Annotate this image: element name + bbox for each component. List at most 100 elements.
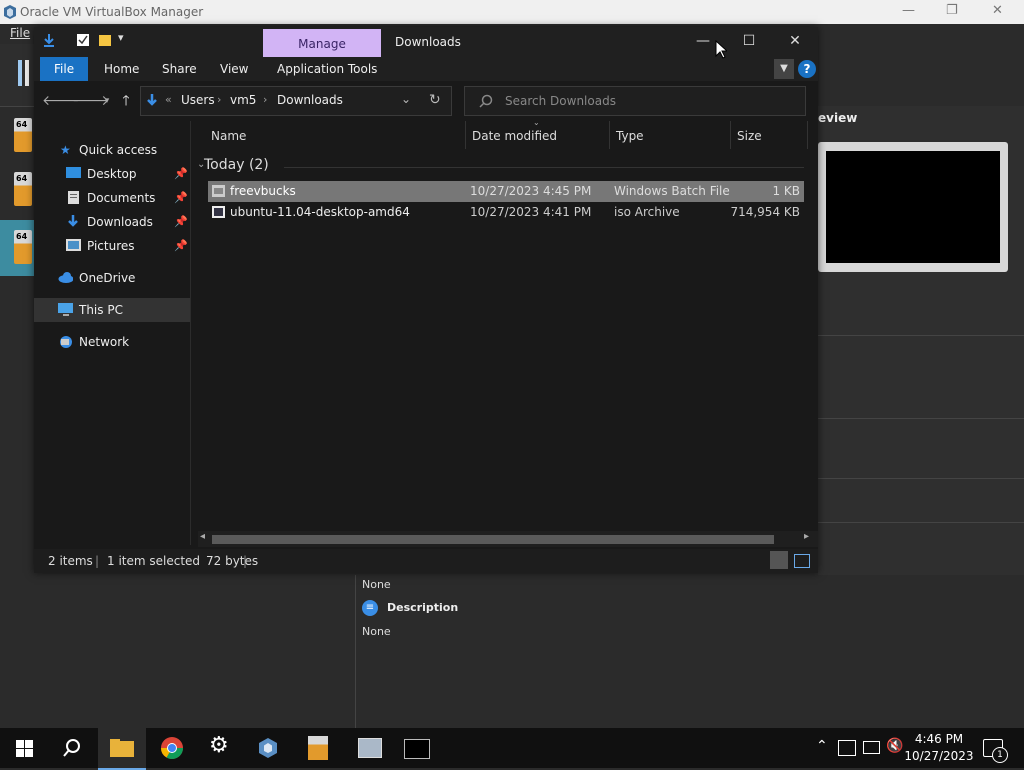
taskbar-settings[interactable]: ⚙ bbox=[196, 728, 244, 768]
nav-item-pictures[interactable]: Pictures 📌 bbox=[34, 234, 190, 258]
file-row[interactable]: ubuntu-11.04-desktop-amd64 10/27/2023 4:… bbox=[208, 202, 804, 223]
tab-share[interactable]: Share bbox=[152, 57, 207, 81]
tray-app-icon[interactable] bbox=[838, 740, 856, 756]
windows-logo-icon bbox=[16, 740, 33, 757]
file-row-selected[interactable]: freevbucks 10/27/2023 4:45 PM Windows Ba… bbox=[208, 181, 804, 202]
forward-arrow-icon[interactable]: 🡒 bbox=[72, 91, 110, 111]
tab-file[interactable]: File bbox=[40, 57, 89, 81]
tab-application-tools[interactable]: Application Tools bbox=[267, 57, 387, 81]
breadcrumb-separator-icon[interactable]: › bbox=[217, 93, 221, 106]
download-arrow-icon[interactable] bbox=[42, 33, 56, 47]
breadcrumb-vm5[interactable]: vm5 bbox=[230, 93, 256, 107]
close-button[interactable]: ✕ bbox=[772, 27, 818, 57]
volume-muted-icon[interactable]: 🔇 bbox=[886, 738, 903, 754]
file-size: 1 KB bbox=[772, 184, 800, 198]
address-overflow[interactable]: « bbox=[165, 93, 172, 106]
file-date: 10/27/2023 4:41 PM bbox=[470, 205, 592, 219]
vm-list-item-selected[interactable]: 64 bbox=[0, 220, 34, 276]
vbox-close-button[interactable]: ✕ bbox=[992, 3, 1003, 18]
vbox-menu-file[interactable]: File bbox=[0, 24, 34, 44]
breadcrumb-users[interactable]: Users bbox=[181, 93, 215, 107]
search-input[interactable]: Search Downloads bbox=[505, 94, 616, 108]
vm-list-item[interactable]: 64 bbox=[0, 108, 34, 164]
network-tray-icon[interactable] bbox=[863, 741, 880, 754]
nav-item-documents[interactable]: Documents 📌 bbox=[34, 186, 190, 210]
description-value: None bbox=[362, 625, 391, 638]
column-header-type[interactable]: Type bbox=[616, 129, 644, 143]
file-name: ubuntu-11.04-desktop-amd64 bbox=[230, 205, 410, 219]
tab-home[interactable]: Home bbox=[94, 57, 149, 81]
address-history-chevron-icon[interactable]: ⌄ bbox=[401, 92, 411, 106]
column-divider[interactable] bbox=[807, 121, 808, 149]
divider bbox=[818, 335, 1024, 336]
scroll-right-arrow-icon[interactable]: ▸ bbox=[804, 531, 809, 542]
file-name: freevbucks bbox=[230, 184, 296, 198]
refresh-icon[interactable]: ↻ bbox=[429, 92, 441, 108]
breadcrumb-downloads[interactable]: Downloads bbox=[277, 93, 343, 107]
nav-label: Documents bbox=[87, 191, 156, 205]
start-button[interactable] bbox=[0, 728, 48, 768]
taskbar-virtualbox[interactable] bbox=[244, 728, 292, 768]
divider bbox=[818, 478, 1024, 479]
ribbon-tabs: File Home Share View Application Tools ▼… bbox=[34, 57, 818, 81]
customize-qat-icon[interactable]: ▾ bbox=[118, 31, 124, 44]
vbox-minimize-button[interactable]: — bbox=[902, 3, 915, 18]
show-hidden-icons-chevron-icon[interactable]: ⌃ bbox=[816, 738, 828, 754]
pin-icon[interactable]: 📌 bbox=[174, 210, 188, 234]
large-icons-view-icon[interactable] bbox=[794, 554, 810, 568]
up-arrow-icon[interactable]: 🡑 bbox=[115, 91, 137, 111]
nav-label: Desktop bbox=[87, 167, 137, 181]
manage-contextual-tab[interactable]: Manage bbox=[263, 29, 381, 57]
taskbar-clock[interactable]: 4:46 PM 10/27/2023 bbox=[904, 731, 974, 765]
status-separator: | bbox=[95, 554, 100, 568]
column-header-name[interactable]: Name bbox=[211, 129, 246, 143]
scroll-left-arrow-icon[interactable]: ◂ bbox=[200, 531, 205, 542]
column-divider[interactable] bbox=[609, 121, 610, 149]
column-header-date-modified[interactable]: Date modified bbox=[472, 129, 557, 143]
column-header-size[interactable]: Size bbox=[737, 129, 762, 143]
back-arrow-icon[interactable]: 🡐 bbox=[42, 91, 80, 111]
batch-file-icon bbox=[212, 185, 225, 197]
group-header-today[interactable]: Today (2) bbox=[204, 157, 269, 173]
nav-item-network[interactable]: Network bbox=[34, 330, 190, 354]
taskbar-file-explorer[interactable] bbox=[98, 728, 146, 770]
taskbar-vm-window[interactable] bbox=[294, 728, 342, 768]
explorer-title-bar[interactable]: ▾ Manage Downloads — ☐ ✕ bbox=[34, 27, 818, 57]
address-bar[interactable]: « Users › vm5 › Downloads ⌄ ↻ bbox=[140, 86, 452, 116]
pin-icon[interactable]: 📌 bbox=[174, 234, 188, 258]
nav-item-desktop[interactable]: Desktop 📌 bbox=[34, 162, 190, 186]
properties-icon[interactable] bbox=[76, 33, 90, 47]
vm-list-item[interactable]: 64 bbox=[0, 162, 34, 218]
maximize-button[interactable]: ☐ bbox=[726, 27, 772, 57]
file-explorer-window: ▾ Manage Downloads — ☐ ✕ File Home Share… bbox=[34, 27, 818, 573]
column-divider[interactable] bbox=[465, 121, 466, 149]
pin-icon[interactable]: 📌 bbox=[174, 162, 188, 186]
tab-view[interactable]: View bbox=[210, 57, 258, 81]
star-icon: ★ bbox=[60, 143, 71, 157]
desktop-icon bbox=[66, 167, 81, 178]
file-type: iso Archive bbox=[614, 205, 680, 219]
taskbar-chrome[interactable] bbox=[148, 728, 196, 768]
new-folder-icon[interactable] bbox=[98, 33, 112, 47]
pin-icon[interactable]: 📌 bbox=[174, 186, 188, 210]
description-title[interactable]: Description bbox=[387, 601, 458, 614]
search-taskbar-button[interactable] bbox=[48, 728, 96, 768]
taskbar-app[interactable] bbox=[344, 728, 392, 768]
search-box[interactable]: Search Downloads bbox=[464, 86, 806, 116]
scrollbar-thumb[interactable] bbox=[212, 535, 774, 544]
vbox-restore-button[interactable]: ❐ bbox=[946, 3, 958, 18]
nav-item-this-pc[interactable]: This PC bbox=[34, 298, 190, 322]
terminal-icon bbox=[404, 739, 430, 759]
vbox-tools-button[interactable] bbox=[0, 44, 34, 107]
column-divider[interactable] bbox=[730, 121, 731, 149]
expand-ribbon-chevron-icon[interactable]: ▼ bbox=[774, 59, 794, 79]
breadcrumb-separator-icon[interactable]: › bbox=[263, 93, 267, 106]
nav-item-downloads[interactable]: Downloads 📌 bbox=[34, 210, 190, 234]
network-icon bbox=[60, 336, 72, 348]
nav-item-quick-access[interactable]: ★ Quick access bbox=[34, 138, 190, 162]
help-icon[interactable]: ? bbox=[798, 60, 816, 78]
horizontal-scrollbar[interactable]: ◂ ▸ bbox=[198, 531, 818, 547]
taskbar-command-prompt[interactable] bbox=[392, 728, 440, 768]
details-view-icon[interactable] bbox=[770, 551, 788, 569]
nav-item-onedrive[interactable]: OneDrive bbox=[34, 266, 190, 290]
